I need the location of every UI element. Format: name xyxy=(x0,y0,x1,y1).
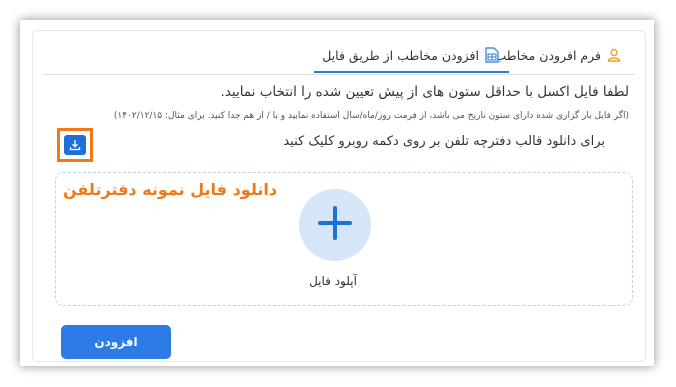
upload-file-label: آپلود فایل xyxy=(309,274,357,288)
user-icon xyxy=(607,48,621,62)
download-template-button[interactable] xyxy=(64,135,86,155)
tab-contact-form-label: فرم افرودن مخاطب xyxy=(494,47,601,63)
tab-add-from-file[interactable]: افزودن مخاطب از طریق فایل xyxy=(322,43,499,67)
add-button[interactable]: افزودن xyxy=(61,325,171,359)
download-sample-annotation: دانلود فایل نمونه دفترتلفن xyxy=(63,180,278,199)
download-icon xyxy=(69,136,81,155)
file-spreadsheet-icon xyxy=(485,47,499,63)
tab-add-from-file-label: افزودن مخاطب از طریق فایل xyxy=(322,47,479,63)
download-template-hint: برای دانلود قالب دفترچه تلفن بر روی دکمه… xyxy=(283,134,605,149)
upload-plus-button[interactable] xyxy=(299,189,371,261)
active-tab-indicator xyxy=(314,71,509,73)
tabs-divider xyxy=(43,74,635,75)
instructions-date-note: (اگر فایل بار گزاری شده دارای ستون تاریخ… xyxy=(113,111,629,121)
tab-bar: فرم افرودن مخاطب افزودن مخاطب از طریق فا… xyxy=(33,31,645,79)
instructions-main: لطفا فایل اکسل با حداقل ستون های از پیش … xyxy=(220,84,629,100)
window-frame: فرم افرودن مخاطب افزودن مخاطب از طریق فا… xyxy=(20,20,654,366)
tab-contact-form[interactable]: فرم افرودن مخاطب xyxy=(495,43,621,67)
plus-icon xyxy=(317,205,353,245)
download-button-highlight xyxy=(57,128,93,162)
add-contact-card: فرم افرودن مخاطب افزودن مخاطب از طریق فا… xyxy=(32,30,646,362)
